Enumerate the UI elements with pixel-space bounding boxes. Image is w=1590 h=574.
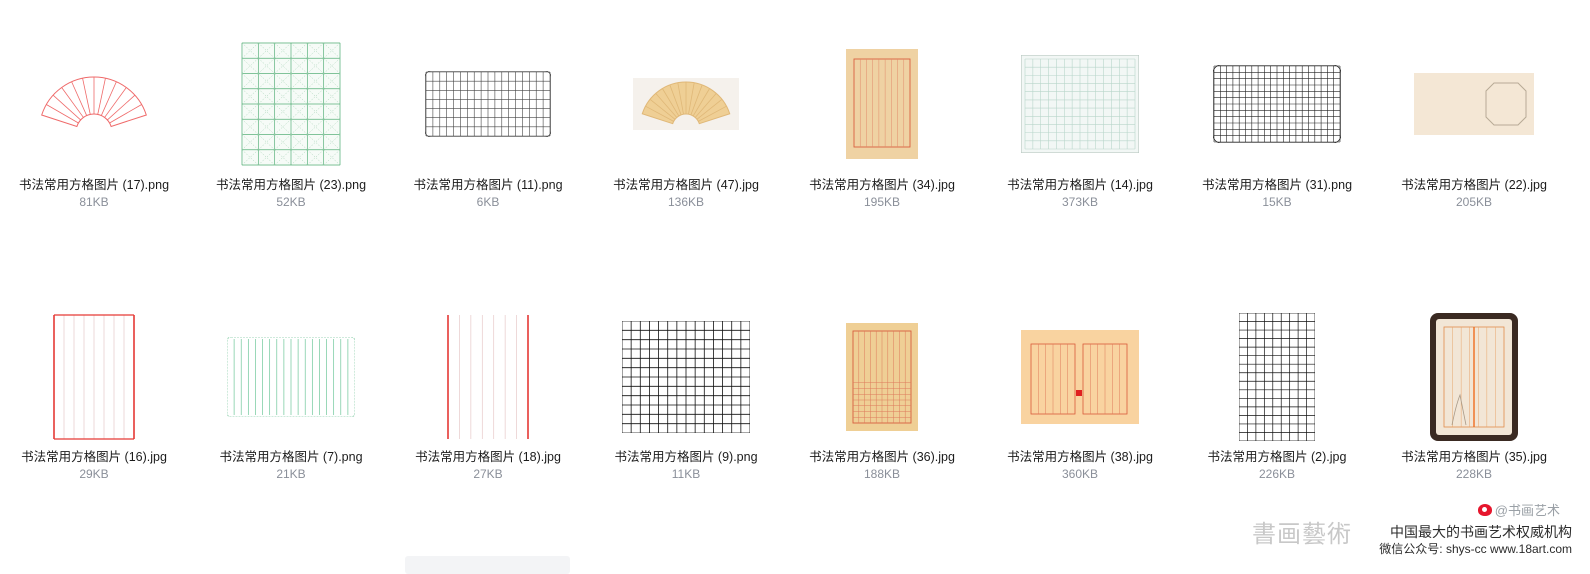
file-tile[interactable]: 书法常用方格图片 (9).png 11KB: [587, 0, 785, 574]
file-tile[interactable]: 书法常用方格图片 (2).jpg 226KB: [1178, 0, 1376, 574]
watermark-contact: 微信公众号: shys-cc www.18art.com: [1379, 542, 1572, 556]
thumbnail-image: [227, 337, 355, 417]
file-size: 11KB: [671, 467, 701, 481]
file-thumbnail[interactable]: [1178, 312, 1376, 442]
file-name[interactable]: 书法常用方格图片 (16).jpg: [9, 448, 179, 466]
thumbnail-image: [1239, 313, 1315, 441]
file-tile[interactable]: 书法常用方格图片 (18).jpg 27KB: [389, 0, 587, 574]
thumbnail-image: [846, 323, 918, 431]
file-tile[interactable]: 书法常用方格图片 (38).jpg 360KB: [981, 0, 1179, 574]
file-thumbnail[interactable]: [389, 312, 587, 442]
file-thumbnail[interactable]: [587, 312, 785, 442]
file-tile[interactable]: 书法常用方格图片 (36).jpg 188KB: [783, 0, 981, 574]
file-thumbnail[interactable]: [0, 312, 193, 442]
thumbnail-image: [446, 313, 530, 441]
file-thumbnail[interactable]: [981, 312, 1179, 442]
watermark: @书画艺术 書画藝術 中国最大的书画艺术权威机构 微信公众号: shys-cc …: [1252, 500, 1572, 560]
file-size: 360KB: [1061, 467, 1099, 481]
file-size: 29KB: [79, 467, 109, 481]
file-size: 27KB: [473, 467, 503, 481]
thumbnail-image: [1430, 313, 1518, 441]
file-name[interactable]: 书法常用方格图片 (2).jpg: [1192, 448, 1362, 466]
file-name[interactable]: 书法常用方格图片 (9).png: [601, 448, 771, 466]
file-thumbnail[interactable]: [1375, 312, 1573, 442]
file-size: 226KB: [1258, 467, 1296, 481]
file-name[interactable]: 书法常用方格图片 (38).jpg: [995, 448, 1165, 466]
file-thumbnail[interactable]: [783, 312, 981, 442]
file-tile[interactable]: 书法常用方格图片 (7).png 21KB: [192, 0, 390, 574]
watermark-slogan: 中国最大的书画艺术权威机构: [1390, 524, 1572, 540]
weibo-icon: [1477, 503, 1492, 516]
thumbnail-image: [622, 321, 750, 433]
file-name[interactable]: 书法常用方格图片 (35).jpg: [1389, 448, 1559, 466]
weibo-handle: @书画艺术: [1494, 503, 1560, 518]
file-size: 188KB: [863, 467, 901, 481]
file-tile[interactable]: 书法常用方格图片 (16).jpg 29KB: [0, 0, 193, 574]
thumbnail-image: [1021, 330, 1139, 424]
thumbnail-image: [52, 313, 136, 441]
watermark-seal: 書画藝術: [1252, 520, 1352, 548]
file-thumbnail[interactable]: [192, 312, 390, 442]
file-name[interactable]: 书法常用方格图片 (36).jpg: [797, 448, 967, 466]
bottom-toolbar-stub: [405, 556, 570, 574]
file-size: 21KB: [276, 467, 306, 481]
weibo-watermark: @书画艺术: [1477, 500, 1560, 519]
file-size: 228KB: [1455, 467, 1493, 481]
file-name[interactable]: 书法常用方格图片 (18).jpg: [403, 448, 573, 466]
file-tile[interactable]: 书法常用方格图片 (35).jpg 228KB: [1375, 0, 1573, 574]
file-name[interactable]: 书法常用方格图片 (7).png: [206, 448, 376, 466]
